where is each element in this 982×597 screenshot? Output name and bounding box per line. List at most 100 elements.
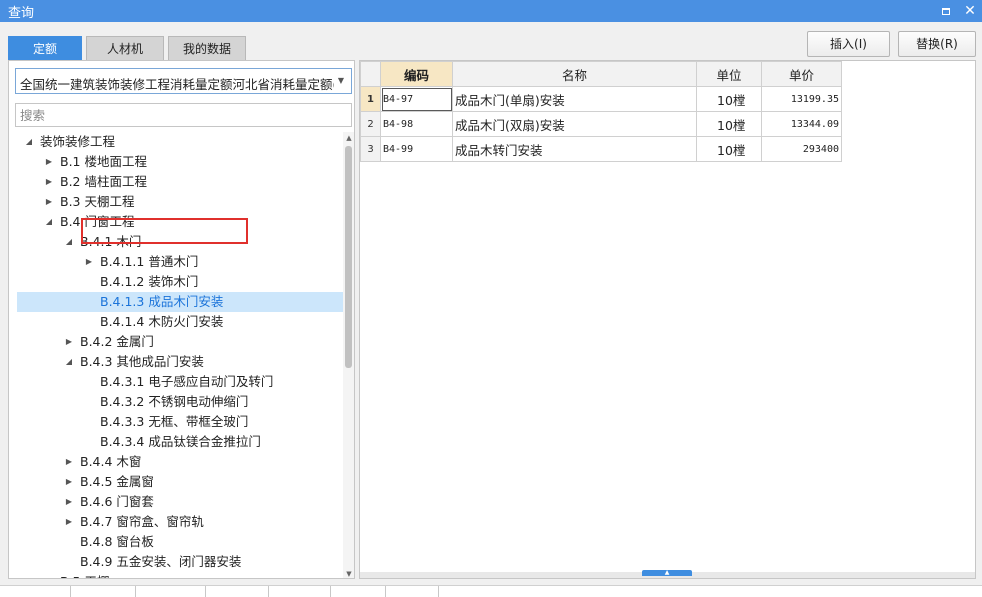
tree-node-label: B.1 楼地面工程: [60, 154, 147, 169]
tree-node[interactable]: B.4.3.4 成品钛镁合金推拉门: [9, 432, 343, 452]
underlying-window-strip: [0, 585, 982, 597]
caret-right-icon[interactable]: ▶: [63, 472, 75, 492]
column-header-rownum: [360, 61, 381, 87]
caret-down-icon[interactable]: ◢: [63, 232, 75, 252]
tree-node-label: B.4.2 金属门: [80, 334, 154, 349]
tree-node-label: B.5 天棚: [60, 572, 109, 578]
tree-node[interactable]: B.4.8 窗台板: [9, 532, 343, 552]
search-input[interactable]: [15, 103, 352, 127]
splitter-grip-icon[interactable]: ▲: [642, 570, 692, 576]
tree-node-label: B.4.3.1 电子感应自动门及转门: [100, 374, 274, 389]
column-header-unit[interactable]: 单位: [696, 61, 762, 87]
divider: [330, 586, 331, 597]
caret-down-icon[interactable]: ◢: [43, 212, 55, 232]
library-select[interactable]: 全国统一建筑装饰装修工程消耗量定额河北省消耗量定额(2012) ▼: [15, 68, 352, 94]
cell-price[interactable]: 13199.35: [761, 86, 842, 112]
cell-code[interactable]: B4-99: [380, 136, 453, 162]
tree-node[interactable]: B.4.9 五金安装、闭门器安装: [9, 552, 343, 572]
tree-node-label: B.4.8 窗台板: [80, 534, 154, 549]
column-header-code[interactable]: 编码: [380, 61, 453, 87]
restore-icon[interactable]: [938, 3, 954, 19]
tree-node-label: B.4 门窗工程: [60, 214, 135, 229]
divider: [135, 586, 136, 597]
cell-unit[interactable]: 10樘: [696, 86, 762, 112]
cell-price[interactable]: 293400: [761, 136, 842, 162]
title-bar: 查询 ✕: [0, 0, 982, 22]
column-header-name[interactable]: 名称: [452, 61, 697, 87]
tree-node-label: B.4.3 其他成品门安装: [80, 354, 204, 369]
caret-right-icon[interactable]: ▶: [43, 152, 55, 172]
tree-node[interactable]: ▶ B.4.5 金属窗: [9, 472, 343, 492]
tree-node[interactable]: ▶ B.4.2 金属门: [9, 332, 343, 352]
scroll-up-icon[interactable]: ▲: [343, 132, 354, 144]
tree-node-selected[interactable]: B.4.1.3 成品木门安装: [17, 292, 343, 312]
tree-node[interactable]: ▶ B.1 楼地面工程: [9, 152, 343, 172]
caret-down-icon[interactable]: ◢: [23, 132, 35, 152]
row-number: 1: [360, 86, 381, 112]
caret-right-icon[interactable]: ▶: [43, 192, 55, 212]
replace-button[interactable]: 替换(R): [898, 31, 976, 57]
tree-node-label: B.4.3.4 成品钛镁合金推拉门: [100, 434, 261, 449]
close-icon[interactable]: ✕: [962, 3, 978, 19]
tree-node[interactable]: ▶ B.4.1.1 普通木门: [9, 252, 343, 272]
cell-name[interactable]: 成品木转门安装: [452, 136, 697, 162]
table-row[interactable]: 2 B4-98 成品木门(双扇)安装 10樘 13344.09: [360, 111, 842, 137]
chevron-down-icon[interactable]: ▼: [334, 72, 348, 90]
caret-right-icon[interactable]: ▶: [63, 452, 75, 472]
tree-node[interactable]: ▶ B.4.4 木窗: [9, 452, 343, 472]
table-row[interactable]: 3 B4-99 成品木转门安装 10樘 293400: [360, 136, 842, 162]
tree-node[interactable]: ▶ B.4.7 窗帘盒、窗帘轨: [9, 512, 343, 532]
tree-node-label: B.4.1.2 装饰木门: [100, 274, 199, 289]
tree-node[interactable]: ▶ B.3 天棚工程: [9, 192, 343, 212]
scrollbar-thumb[interactable]: [345, 146, 352, 368]
divider: [438, 586, 439, 597]
divider: [205, 586, 206, 597]
column-header-price[interactable]: 单价: [761, 61, 842, 87]
table-row[interactable]: 1 B4-97 成品木门(单扇)安装 10樘 13199.35: [360, 86, 842, 112]
tab-quota[interactable]: 定额: [8, 36, 82, 60]
cell-code[interactable]: B4-98: [380, 111, 453, 137]
caret-right-icon[interactable]: ▶: [43, 572, 55, 578]
tree-node[interactable]: B.4.3.1 电子感应自动门及转门: [9, 372, 343, 392]
tree-node[interactable]: B.4.1.2 装饰木门: [9, 272, 343, 292]
tree-node[interactable]: B.4.3.3 无框、带框全玻门: [9, 412, 343, 432]
tree-node[interactable]: ▶ B.2 墙柱面工程: [9, 172, 343, 192]
tab-labor-material-machine[interactable]: 人材机: [86, 36, 164, 60]
cell-code[interactable]: B4-97: [380, 86, 453, 112]
quota-table-panel: 编码 名称 单位 单价 1 B4-97 成品木门(单扇)安装 10樘 13199…: [359, 60, 976, 579]
tree-node[interactable]: ◢ 装饰装修工程: [9, 132, 343, 152]
scroll-down-icon[interactable]: ▼: [343, 568, 354, 578]
tree-node[interactable]: ◢ B.4.3 其他成品门安装: [9, 352, 343, 372]
caret-right-icon[interactable]: ▶: [63, 492, 75, 512]
insert-button[interactable]: 插入(I): [807, 31, 890, 57]
table-splitter[interactable]: ▲: [360, 570, 975, 578]
tree-node[interactable]: ▶ B.4.6 门窗套: [9, 492, 343, 512]
tree-node[interactable]: B.4.3.2 不锈钢电动伸缩门: [9, 392, 343, 412]
tab-my-data[interactable]: 我的数据: [168, 36, 246, 60]
tree-node-label: B.4.5 金属窗: [80, 474, 154, 489]
caret-right-icon[interactable]: ▶: [63, 332, 75, 352]
tree-node-label: B.4.9 五金安装、闭门器安装: [80, 554, 242, 569]
tree-node[interactable]: ▶ B.5 天棚: [9, 572, 343, 578]
tree-node[interactable]: ◢ B.4.1 木门: [9, 232, 343, 252]
tree-node-label: B.4.4 木窗: [80, 454, 142, 469]
cell-name[interactable]: 成品木门(单扇)安装: [452, 86, 697, 112]
table-header-row: 编码 名称 单位 单价: [360, 61, 842, 87]
caret-down-icon[interactable]: ◢: [63, 352, 75, 372]
tree-node-label: 装饰装修工程: [40, 134, 116, 149]
tree-node[interactable]: B.4.1.4 木防火门安装: [9, 312, 343, 332]
caret-right-icon[interactable]: ▶: [83, 252, 95, 272]
window-title: 查询: [8, 6, 35, 21]
tree-node-label: B.4.1.1 普通木门: [100, 254, 199, 269]
caret-right-icon[interactable]: ▶: [43, 172, 55, 192]
caret-right-icon[interactable]: ▶: [63, 512, 75, 532]
tree-scrollbar[interactable]: ▲ ▼: [343, 132, 354, 578]
divider: [70, 586, 71, 597]
cell-price[interactable]: 13344.09: [761, 111, 842, 137]
library-select-value: 全国统一建筑装饰装修工程消耗量定额河北省消耗量定额(2012): [20, 77, 334, 92]
tree-node-label: B.4.3.2 不锈钢电动伸缩门: [100, 394, 249, 409]
cell-unit[interactable]: 10樘: [696, 136, 762, 162]
cell-name[interactable]: 成品木门(双扇)安装: [452, 111, 697, 137]
tree-node[interactable]: ◢ B.4 门窗工程: [9, 212, 343, 232]
cell-unit[interactable]: 10樘: [696, 111, 762, 137]
